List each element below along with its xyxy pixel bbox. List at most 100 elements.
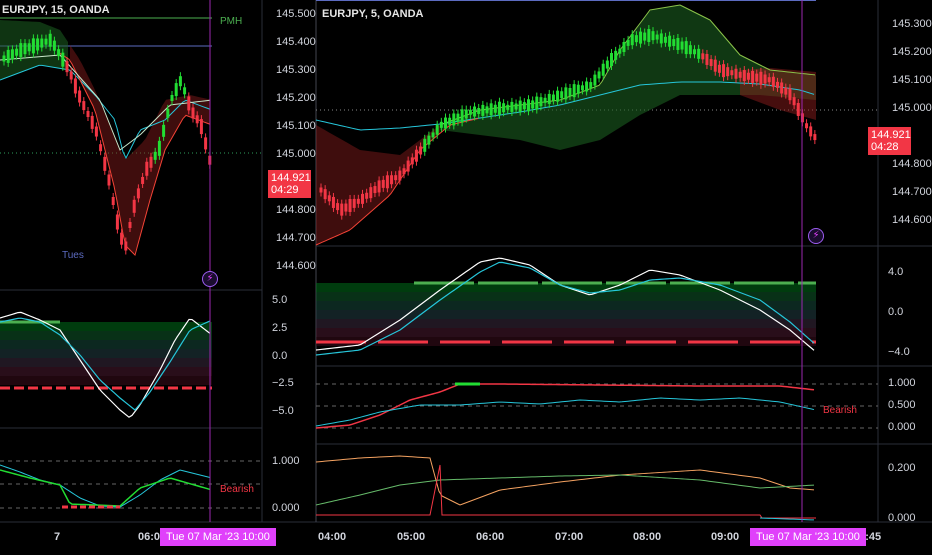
right-candle bbox=[684, 41, 688, 55]
left-osc-heat-band bbox=[0, 367, 212, 376]
right-osc2-tick-1: 0.500 bbox=[888, 399, 916, 411]
right-candle bbox=[622, 42, 626, 53]
right-candle bbox=[539, 97, 543, 107]
right-candle bbox=[763, 74, 767, 84]
right-osc1-tick-1: 0.0 bbox=[888, 306, 904, 318]
lightning-bolt-icon[interactable]: ⚡ bbox=[808, 228, 824, 244]
time-label-0: 7 bbox=[54, 531, 61, 543]
right-candle bbox=[672, 39, 676, 47]
left-candle bbox=[107, 174, 111, 186]
right-candle bbox=[431, 132, 435, 138]
left-candle bbox=[170, 95, 174, 101]
right-candle bbox=[713, 59, 717, 72]
left-price-tick-2: 145.300 bbox=[276, 64, 316, 76]
right-candle bbox=[560, 91, 564, 99]
right-price-tick-6: 144.600 bbox=[892, 214, 932, 226]
right-candle bbox=[369, 187, 373, 199]
left-price-tick-0: 145.500 bbox=[276, 8, 316, 20]
right-candle bbox=[663, 36, 667, 43]
left-candle bbox=[115, 214, 119, 230]
right-candle bbox=[734, 68, 738, 79]
left-candle bbox=[82, 101, 86, 111]
right-candle bbox=[410, 157, 414, 165]
left-candle bbox=[90, 115, 94, 129]
left-candle bbox=[187, 96, 191, 111]
right-candle bbox=[535, 96, 539, 110]
left-candle bbox=[128, 222, 132, 228]
right-osc2-line bbox=[315, 397, 815, 427]
time-label-2: 04:00 bbox=[318, 531, 347, 543]
left-candle bbox=[86, 111, 90, 117]
right-candle bbox=[597, 71, 601, 79]
left-candle bbox=[10, 49, 14, 60]
left-osc-heat-band bbox=[0, 349, 212, 358]
left-candle bbox=[153, 151, 157, 160]
right-candle bbox=[576, 84, 580, 94]
right-candle bbox=[489, 103, 493, 116]
right-candle bbox=[435, 124, 439, 135]
right-candle bbox=[626, 39, 630, 46]
pmh-label: PMH bbox=[220, 16, 243, 27]
right-candle bbox=[547, 93, 551, 104]
right-candle bbox=[373, 186, 377, 194]
right-candle bbox=[568, 88, 572, 96]
right-candle bbox=[394, 175, 398, 181]
right-osc2-tick-2: 0.000 bbox=[888, 421, 916, 433]
right-candle bbox=[643, 32, 647, 41]
right-candle bbox=[726, 67, 730, 77]
right-candle bbox=[510, 101, 514, 112]
left-countdown: 04:29 bbox=[271, 184, 299, 196]
right-candle bbox=[419, 146, 423, 155]
right-candle bbox=[813, 134, 817, 141]
chart-canvas[interactable] bbox=[0, 0, 932, 550]
tues-label: Tues bbox=[62, 250, 84, 261]
right-candle bbox=[527, 99, 530, 112]
left-price-tick-4: 145.100 bbox=[276, 120, 316, 132]
right-candle bbox=[481, 104, 485, 116]
right-candle bbox=[634, 35, 638, 43]
right-candle bbox=[439, 121, 443, 128]
left-candle bbox=[73, 78, 77, 94]
right-last-price: 144.921 bbox=[871, 129, 911, 141]
right-candle bbox=[385, 175, 389, 189]
right-candle bbox=[402, 168, 406, 175]
right-candle bbox=[792, 97, 796, 106]
time-label-6: 08:00 bbox=[633, 531, 662, 543]
left-candle bbox=[23, 43, 27, 55]
right-candle bbox=[473, 106, 477, 117]
right-candle bbox=[580, 85, 584, 91]
right-candle bbox=[767, 77, 771, 83]
right-candle bbox=[688, 45, 692, 55]
right-osc3-orange-line bbox=[315, 455, 815, 506]
right-candle bbox=[485, 106, 489, 114]
right-candle bbox=[502, 103, 506, 113]
right-candle bbox=[448, 117, 452, 125]
right-candle bbox=[543, 97, 547, 103]
right-candle bbox=[693, 49, 696, 55]
right-candle bbox=[610, 53, 613, 66]
left-candle bbox=[174, 83, 178, 97]
right-candle bbox=[365, 192, 369, 199]
left-candle bbox=[61, 52, 65, 67]
right-candle bbox=[809, 126, 813, 137]
right-candle bbox=[336, 203, 340, 211]
right-candle bbox=[730, 70, 734, 76]
right-osc2-tick-0: 1.000 bbox=[888, 377, 916, 389]
left-candle bbox=[44, 38, 48, 45]
right-countdown: 04:28 bbox=[871, 141, 899, 153]
right-candle bbox=[614, 50, 618, 60]
left-osc1-tick-1: 2.5 bbox=[272, 322, 288, 334]
left-price-tick-6: 144.800 bbox=[276, 204, 316, 216]
left-osc1-tick-0: 5.0 bbox=[272, 294, 288, 306]
lightning-bolt-icon[interactable]: ⚡ bbox=[202, 271, 218, 287]
trading-chart-workspace: EURJPY, 15, OANDA PMH Tues ⚡ 145.500 145.… bbox=[0, 0, 932, 550]
right-symbol-title[interactable]: EURJPY, 5, OANDA bbox=[322, 8, 423, 20]
left-symbol-title[interactable]: EURJPY, 15, OANDA bbox=[2, 4, 110, 16]
right-candle bbox=[423, 138, 427, 152]
right-osc1-tick-0: 4.0 bbox=[888, 266, 904, 278]
right-candle bbox=[585, 81, 589, 92]
left-candle bbox=[31, 38, 35, 54]
right-candle bbox=[755, 73, 759, 82]
left-candle bbox=[149, 156, 153, 168]
right-candle bbox=[618, 48, 622, 54]
